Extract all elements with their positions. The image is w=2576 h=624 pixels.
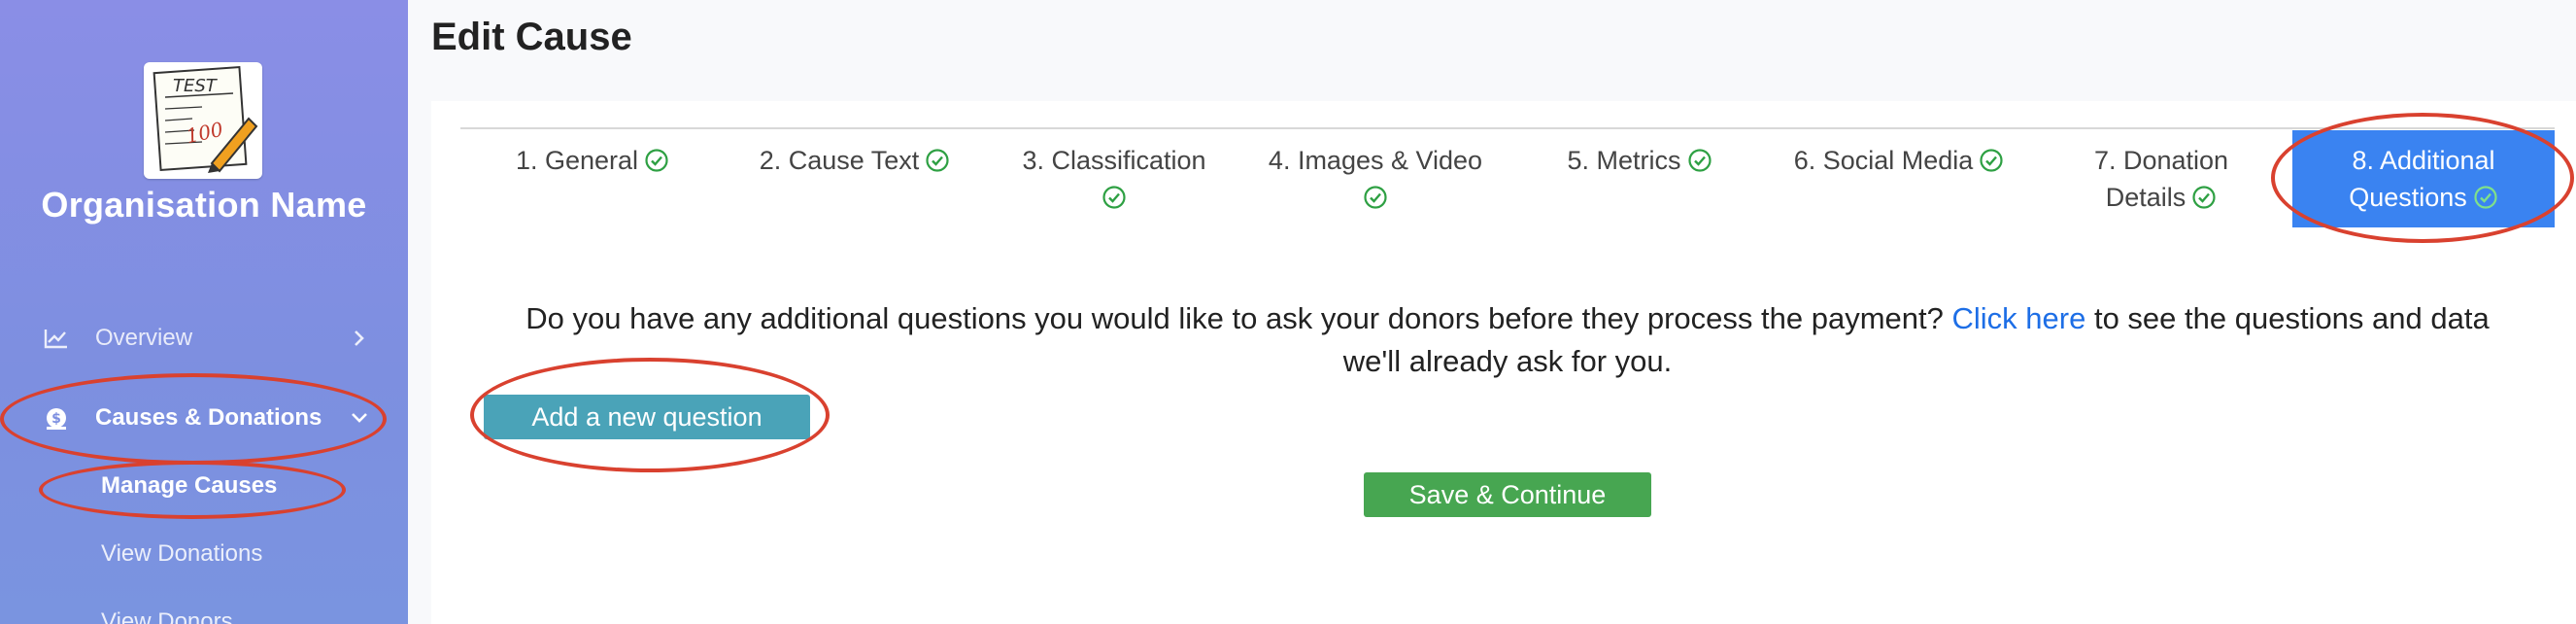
check-circle-icon — [2474, 186, 2497, 209]
chevron-right-icon — [346, 325, 373, 352]
svg-text:$: $ — [51, 411, 61, 427]
tab-metrics[interactable]: 5. Metrics — [1552, 142, 1727, 179]
save-continue-button[interactable]: Save & Continue — [1364, 472, 1651, 517]
tab-label: 2. Cause Text — [759, 146, 920, 175]
additional-questions-prompt: Do you have any additional questions you… — [460, 297, 2555, 383]
check-circle-icon — [2192, 186, 2216, 209]
check-circle-icon — [1687, 149, 1712, 172]
sidebar: TEST 100 Organisation Name Overview $ Ca… — [0, 0, 408, 624]
tab-label: 4. Images & Video — [1268, 146, 1483, 175]
prompt-text-after: to see the questions and data — [2093, 301, 2490, 335]
money-bag-icon: $ — [43, 404, 70, 432]
tab-cause-text[interactable]: 2. Cause Text — [748, 142, 962, 179]
tab-label: 3. Classification — [1022, 146, 1206, 175]
org-name: Organisation Name — [41, 185, 367, 225]
sidebar-subitem-manage-causes[interactable]: Manage Causes — [101, 472, 277, 500]
chevron-down-icon — [346, 404, 373, 432]
tab-social-media[interactable]: 6. Social Media — [1787, 142, 2011, 179]
click-here-link[interactable]: Click here — [1952, 301, 2086, 335]
sidebar-item-label: Overview — [95, 325, 193, 351]
org-logo[interactable]: TEST 100 — [144, 62, 262, 179]
sidebar-item-label: Causes & Donations — [95, 404, 322, 431]
sidebar-subitem-view-donors[interactable]: View Donors — [101, 608, 233, 624]
tab-general[interactable]: 1. General — [505, 142, 680, 179]
check-circle-icon — [1980, 149, 2003, 172]
tab-label-line2: Details — [2105, 183, 2186, 212]
sidebar-item-overview[interactable]: Overview — [43, 315, 373, 362]
logo-text: TEST — [173, 76, 219, 96]
sidebar-item-causes-donations[interactable]: $ Causes & Donations — [43, 395, 373, 441]
tab-additional-questions[interactable]: 8. Additional Questions — [2292, 130, 2555, 227]
test-paper-logo-icon: TEST 100 — [153, 65, 258, 173]
check-circle-icon — [1102, 186, 1126, 209]
tab-label-line2: Questions — [2349, 183, 2467, 212]
check-circle-icon — [1364, 186, 1387, 209]
tab-label: 6. Social Media — [1793, 146, 1974, 175]
page-title: Edit Cause — [431, 16, 632, 58]
tab-classification[interactable]: 3. Classification — [1004, 142, 1224, 216]
tab-donation-details[interactable]: 7. Donation Details — [2069, 142, 2254, 216]
prompt-text-before: Do you have any additional questions you… — [525, 301, 1944, 335]
tab-label: 8. Additional — [2352, 146, 2495, 175]
add-new-question-button[interactable]: Add a new question — [484, 395, 810, 439]
tabs-divider — [460, 127, 2555, 129]
check-circle-icon — [645, 149, 668, 172]
check-circle-icon — [926, 149, 949, 172]
tab-label: 5. Metrics — [1567, 146, 1681, 175]
tab-images-video[interactable]: 4. Images & Video — [1259, 142, 1492, 216]
tab-label: 1. General — [515, 146, 639, 175]
tab-label: 7. Donation — [2093, 146, 2229, 175]
sidebar-subitem-view-donations[interactable]: View Donations — [101, 540, 262, 568]
chart-line-icon — [43, 325, 70, 352]
prompt-text-line2: we'll already ask for you. — [1342, 344, 1673, 378]
